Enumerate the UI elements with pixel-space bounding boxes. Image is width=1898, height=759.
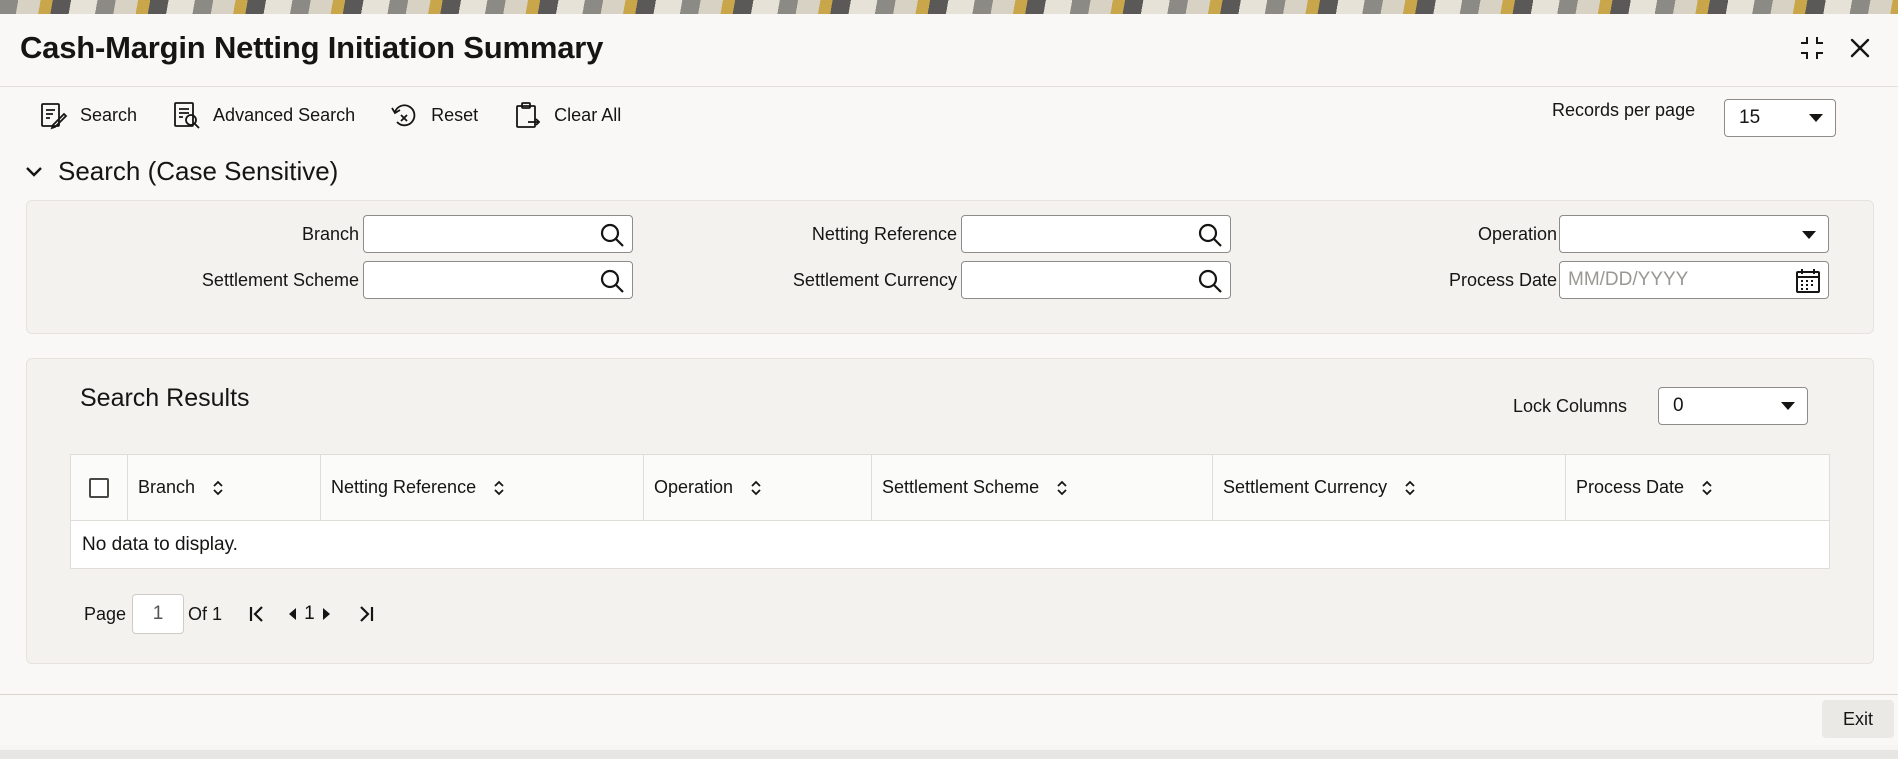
pagination: Page 1 Of 1 1 — [84, 594, 375, 634]
close-icon[interactable] — [1844, 32, 1876, 64]
table-header: Branch Netting Reference Operation Settl… — [71, 455, 1829, 521]
operation-select[interactable] — [1559, 215, 1829, 253]
clear-all-button-label: Clear All — [554, 104, 622, 125]
search-icon[interactable] — [1196, 267, 1224, 295]
chevron-down-icon — [1781, 402, 1795, 410]
select-all-checkbox[interactable] — [89, 477, 109, 498]
reset-button[interactable]: Reset — [389, 100, 478, 130]
branch-input[interactable] — [363, 215, 633, 253]
search-section-toggle[interactable]: Search (Case Sensitive) — [24, 156, 338, 187]
results-table: Branch Netting Reference Operation Settl… — [70, 454, 1830, 569]
sort-icon — [1057, 480, 1067, 495]
calendar-icon[interactable] — [1794, 267, 1822, 295]
page-title: Cash-Margin Netting Initiation Summary — [20, 30, 604, 65]
window-controls — [1796, 32, 1876, 64]
page-label: Page — [84, 603, 127, 624]
clipboard-icon — [516, 102, 541, 128]
reset-button-label: Reset — [431, 104, 479, 125]
current-page-number: 1 — [304, 603, 315, 624]
process-date-input[interactable]: MM/DD/YYYY — [1559, 261, 1829, 299]
previous-page-icon[interactable] — [286, 606, 298, 622]
column-header-process-date[interactable]: Process Date — [1566, 455, 1829, 520]
search-icon[interactable] — [598, 267, 626, 295]
collapse-icon[interactable] — [1796, 32, 1828, 64]
lock-columns-label: Lock Columns — [1513, 396, 1628, 416]
page-number-input[interactable]: 1 — [132, 594, 185, 634]
advanced-search-button-label: Advanced Search — [213, 104, 356, 125]
first-page-icon[interactable] — [248, 604, 266, 624]
search-criteria-panel: Branch Netting Reference Operation Settl… — [26, 200, 1874, 334]
exit-button[interactable]: Exit — [1822, 700, 1894, 738]
search-results-title: Search Results — [80, 384, 250, 412]
bottom-bar — [0, 750, 1898, 759]
column-header-branch[interactable]: Branch — [128, 455, 321, 520]
settlement-scheme-label: Settlement Scheme — [201, 270, 359, 290]
search-icon[interactable] — [598, 221, 626, 249]
search-doc-icon — [41, 103, 68, 130]
next-page-icon[interactable] — [321, 606, 333, 622]
advanced-search-icon — [174, 102, 200, 129]
top-decorative-strip — [0, 0, 1898, 14]
sort-icon — [1405, 480, 1415, 495]
records-per-page-select[interactable]: 15 — [1724, 99, 1836, 137]
column-header-settlement-currency[interactable]: Settlement Currency — [1213, 455, 1566, 520]
last-page-icon[interactable] — [357, 604, 375, 624]
netting-reference-input[interactable] — [961, 215, 1231, 253]
advanced-search-button[interactable]: Advanced Search — [171, 100, 355, 130]
select-all-cell — [71, 455, 128, 520]
sort-icon — [213, 480, 223, 495]
lock-columns-select[interactable]: 0 — [1658, 387, 1808, 425]
search-button[interactable]: Search — [38, 100, 137, 130]
chevron-down-icon — [26, 166, 42, 177]
toolbar: Search Advanced Search Reset Clear All — [38, 100, 655, 130]
empty-table-message: No data to display. — [82, 533, 238, 555]
search-icon[interactable] — [1196, 221, 1224, 249]
netting-reference-label: Netting Reference — [811, 224, 957, 244]
clear-all-button[interactable]: Clear All — [512, 100, 621, 130]
column-header-settlement-scheme[interactable]: Settlement Scheme — [872, 455, 1213, 520]
column-header-operation[interactable]: Operation — [644, 455, 872, 520]
lock-columns-value: 0 — [1673, 395, 1684, 416]
process-date-label: Process Date — [1448, 270, 1557, 290]
sort-icon — [1702, 480, 1712, 495]
chevron-down-icon — [1802, 231, 1816, 239]
summary-window: Cash-Margin Netting Initiation Summary S… — [0, 14, 1898, 745]
records-per-page-label: Records per page — [1552, 100, 1696, 120]
records-per-page-value: 15 — [1739, 107, 1761, 128]
page-of-label: Of 1 — [188, 603, 223, 624]
column-header-netting-reference[interactable]: Netting Reference — [321, 455, 644, 520]
title-divider — [0, 86, 1898, 87]
settlement-scheme-input[interactable] — [363, 261, 633, 299]
branch-label: Branch — [301, 224, 359, 244]
settlement-currency-input[interactable] — [961, 261, 1231, 299]
process-date-placeholder: MM/DD/YYYY — [1568, 269, 1689, 290]
search-section-header: Search (Case Sensitive) — [58, 156, 339, 186]
settlement-currency-label: Settlement Currency — [792, 270, 957, 290]
footer-divider — [0, 694, 1898, 695]
chevron-down-icon — [1809, 114, 1823, 122]
operation-label: Operation — [1477, 224, 1557, 244]
sort-icon — [494, 480, 504, 495]
sort-icon — [751, 480, 761, 495]
reset-icon — [391, 104, 416, 127]
search-button-label: Search — [80, 104, 138, 125]
